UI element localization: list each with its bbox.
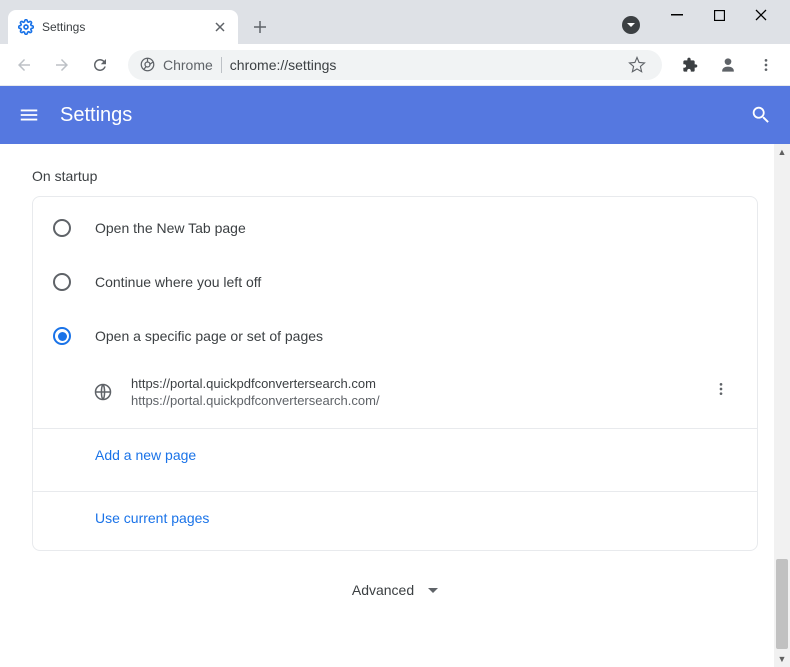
content-area: On startup Open the New Tab page Continu… [0,144,790,667]
search-icon[interactable] [750,104,772,126]
radio-icon [53,219,71,237]
radio-label: Open the New Tab page [95,220,246,236]
use-current-row[interactable]: Use current pages [33,491,757,546]
add-page-row[interactable]: Add a new page [33,428,757,483]
radio-label: Continue where you left off [95,274,261,290]
advanced-label: Advanced [352,582,414,598]
tab-overflow-button[interactable] [622,16,640,34]
address-bar: Chrome chrome://settings [0,44,790,86]
extensions-button[interactable] [674,49,706,81]
scrollbar-thumb[interactable] [776,559,788,649]
page-title: Settings [60,104,730,127]
radio-new-tab[interactable]: Open the New Tab page [33,201,757,255]
bookmark-star-icon[interactable] [624,56,650,74]
settings-gear-icon [18,19,34,35]
section-title: On startup [0,168,790,196]
page-entry-url: https://portal.quickpdfconvertersearch.c… [131,393,687,408]
page-info: https://portal.quickpdfconvertersearch.c… [131,376,687,408]
radio-icon [53,273,71,291]
forward-button[interactable] [46,49,78,81]
window-controls [648,0,790,30]
omnibox-url: chrome://settings [230,57,616,73]
startup-card: Open the New Tab page Continue where you… [32,196,758,551]
hamburger-menu-icon[interactable] [18,104,40,126]
use-current-link: Use current pages [95,510,209,526]
more-actions-icon[interactable] [705,373,737,410]
omnibox-prefix: Chrome [163,57,213,73]
omnibox[interactable]: Chrome chrome://settings [128,50,662,80]
radio-continue[interactable]: Continue where you left off [33,255,757,309]
startup-page-row: https://portal.quickpdfconvertersearch.c… [33,363,757,420]
radio-label: Open a specific page or set of pages [95,328,323,344]
browser-tab[interactable]: Settings [8,10,238,44]
profile-button[interactable] [712,49,744,81]
menu-button[interactable] [750,49,782,81]
page-entry-title: https://portal.quickpdfconvertersearch.c… [131,376,687,391]
close-tab-icon[interactable] [212,19,228,35]
reload-button[interactable] [84,49,116,81]
globe-icon [93,382,113,402]
close-window-icon[interactable] [754,8,768,22]
omnibox-divider [221,57,222,73]
tab-title: Settings [42,20,204,34]
settings-header: Settings [0,86,790,144]
new-tab-button[interactable] [246,13,274,41]
advanced-toggle[interactable]: Advanced [0,551,790,629]
radio-icon [53,327,71,345]
radio-specific-pages[interactable]: Open a specific page or set of pages [33,309,757,363]
add-page-link: Add a new page [95,447,196,463]
maximize-icon[interactable] [712,8,726,22]
back-button[interactable] [8,49,40,81]
minimize-icon[interactable] [670,8,684,22]
scrollbar[interactable]: ▲ ▼ [774,144,790,667]
scroll-up-icon[interactable]: ▲ [774,144,790,160]
scroll-down-icon[interactable]: ▼ [774,651,790,667]
chevron-down-icon [428,581,438,599]
chrome-page-icon [140,57,155,72]
